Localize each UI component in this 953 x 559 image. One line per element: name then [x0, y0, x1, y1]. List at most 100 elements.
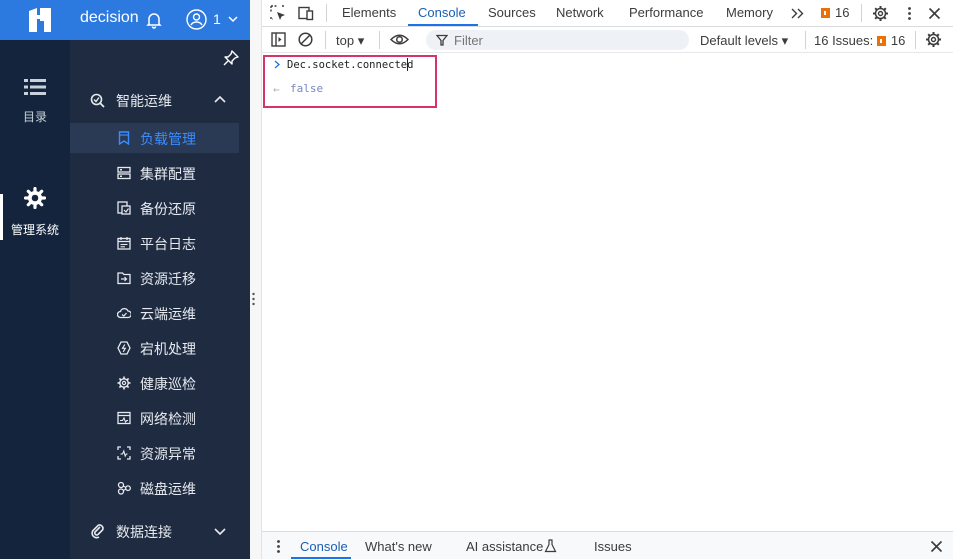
drawer-tab-whats-new[interactable]: What's new — [365, 539, 432, 554]
avatar-icon[interactable] — [186, 9, 207, 30]
app-panel: decision 1 目录 管理系统 智能运维 负载管理 集群配置 备份还原 平… — [0, 0, 250, 559]
drawer-tab-ai-assistance[interactable]: AI assistance — [466, 539, 543, 554]
nav-rail: 目录 管理系统 — [0, 40, 70, 559]
menu-item-label: 负载管理 — [140, 131, 196, 147]
bell-icon[interactable] — [145, 11, 163, 29]
drag-handle-icon[interactable] — [252, 292, 255, 306]
app-title: decision — [80, 9, 139, 26]
filter-input[interactable] — [454, 33, 674, 48]
backup-icon — [117, 201, 131, 215]
menu-item-cloud-ops[interactable]: 云端运维 — [70, 298, 239, 328]
divider — [915, 31, 916, 49]
eye-icon[interactable] — [390, 31, 409, 48]
user-count: 1 — [213, 11, 221, 27]
panel-splitter[interactable] — [250, 0, 262, 559]
sidebar-menu: 智能运维 负载管理 集群配置 备份还原 平台日志 资源迁移 云端运维 宕机处理 … — [70, 40, 250, 559]
rail-label-admin: 管理系统 — [10, 223, 59, 237]
divider — [861, 4, 862, 22]
sidebar-toggle-icon[interactable] — [270, 31, 287, 48]
chevron-up-icon — [214, 95, 226, 103]
menu-item-network-detection[interactable]: 网络检测 — [70, 403, 239, 433]
context-selector[interactable]: top ▾ — [336, 33, 364, 49]
close-icon[interactable] — [926, 5, 943, 22]
drawer-menu-icon[interactable] — [270, 538, 287, 555]
menu-item-backup-restore[interactable]: 备份还原 — [70, 193, 239, 223]
gear-icon — [24, 187, 46, 209]
tab-sources[interactable]: Sources — [488, 5, 536, 20]
pin-icon[interactable] — [223, 50, 239, 66]
chevron-down-icon — [214, 528, 226, 536]
settings-gear-icon[interactable] — [872, 5, 889, 22]
menu-item-platform-log[interactable]: 平台日志 — [70, 228, 239, 258]
console-result: false — [290, 82, 324, 95]
rail-item-admin[interactable]: 管理系统 — [0, 187, 70, 238]
console-settings-icon[interactable] — [925, 31, 942, 48]
app-header: decision 1 — [0, 0, 250, 40]
menu-item-label: 宕机处理 — [140, 341, 196, 357]
menu-item-load-management[interactable]: 负载管理 — [70, 123, 239, 153]
menu-item-disk-ops[interactable]: 磁盘运维 — [70, 473, 239, 503]
menu-item-label: 资源异常 — [140, 446, 196, 462]
scan-icon — [117, 446, 131, 460]
context-label: top — [336, 33, 355, 48]
tab-network[interactable]: Network — [556, 5, 604, 20]
log-levels-dropdown[interactable]: Default levels ▾ — [700, 33, 788, 49]
bookmark-icon — [118, 131, 130, 145]
filter-box[interactable] — [426, 30, 689, 50]
menu-item-label: 集群配置 — [140, 166, 196, 182]
device-toolbar-icon[interactable] — [297, 5, 314, 22]
input-chevron-icon — [274, 60, 280, 69]
devtools-tabbar: Elements Console Sources Network Perform… — [262, 0, 953, 27]
issue-flag-icon — [821, 8, 830, 18]
menu-item-label: 网络检测 — [140, 411, 196, 427]
menu-item-downtime[interactable]: 宕机处理 — [70, 333, 239, 363]
console-output[interactable]: Dec.socket.connected ← false — [262, 54, 953, 531]
menu-item-resource-migration[interactable]: 资源迁移 — [70, 263, 239, 293]
tab-console[interactable]: Console — [418, 5, 466, 20]
power-icon — [117, 341, 131, 355]
menu-item-label: 健康巡检 — [140, 376, 196, 392]
drawer-tab-console[interactable]: Console — [300, 539, 348, 554]
logo-icon[interactable] — [26, 7, 54, 33]
console-command[interactable]: Dec.socket.connected — [287, 59, 413, 71]
disk-icon — [117, 481, 131, 495]
menu-group-label: 数据连接 — [116, 524, 172, 540]
rail-label-catalog: 目录 — [22, 110, 47, 124]
menu-item-label: 资源迁移 — [140, 271, 196, 287]
menu-item-health-check[interactable]: 健康巡检 — [70, 368, 239, 398]
tab-elements[interactable]: Elements — [342, 5, 396, 20]
menu-group-label: 智能运维 — [116, 93, 172, 109]
link-icon — [91, 524, 104, 539]
gear-check-icon — [117, 376, 131, 390]
log-levels-label: Default levels — [700, 33, 779, 48]
tab-memory[interactable]: Memory — [726, 5, 773, 20]
more-tabs-icon[interactable] — [789, 5, 806, 22]
menu-group-data[interactable]: 数据连接 — [70, 516, 250, 546]
divider — [379, 31, 380, 49]
issues-count: 16 — [890, 33, 906, 48]
close-drawer-icon[interactable] — [928, 538, 945, 555]
menu-item-label: 磁盘运维 — [140, 481, 196, 497]
text-caret — [407, 58, 408, 71]
menu-item-resource-anomaly[interactable]: 资源异常 — [70, 438, 239, 468]
inspect-element-icon[interactable] — [270, 5, 287, 22]
issues-badge[interactable]: 16 — [821, 5, 849, 20]
issues-counter[interactable]: 16 Issues: 16 — [814, 33, 905, 48]
menu-item-cluster-config[interactable]: 集群配置 — [70, 158, 239, 188]
chevron-down-icon[interactable] — [227, 13, 239, 25]
tab-performance[interactable]: Performance — [629, 5, 703, 20]
flask-icon — [544, 539, 557, 553]
divider — [325, 31, 326, 49]
rail-item-catalog[interactable]: 目录 — [0, 78, 70, 125]
result-arrow-icon: ← — [273, 83, 280, 96]
console-toolbar: top ▾ Default levels ▾ 16 Issues: 16 — [262, 27, 953, 53]
issues-badge-count: 16 — [835, 5, 850, 20]
server-icon — [117, 166, 131, 180]
menu-group-ops[interactable]: 智能运维 — [70, 85, 250, 115]
ops-icon — [90, 93, 105, 108]
divider — [326, 4, 327, 22]
kebab-menu-icon[interactable] — [901, 5, 918, 22]
clear-console-icon[interactable] — [297, 31, 314, 48]
drawer-tab-issues[interactable]: Issues — [594, 539, 632, 554]
cloud-icon — [117, 307, 131, 319]
